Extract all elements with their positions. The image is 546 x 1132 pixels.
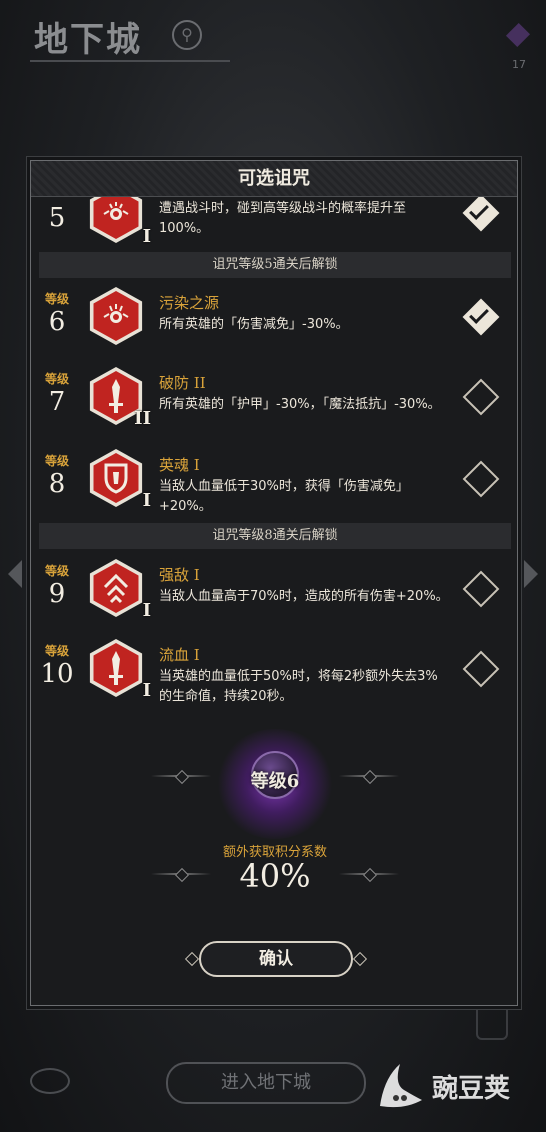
curse-level-number: 9 bbox=[48, 579, 66, 609]
confirm-button[interactable]: 确认 bbox=[199, 941, 353, 977]
gem-icon bbox=[505, 22, 531, 48]
level-tag: 等级 bbox=[44, 372, 69, 386]
curse-checkbox[interactable] bbox=[462, 650, 500, 688]
curse-name: 流血 I bbox=[159, 646, 200, 664]
curse-checkbox[interactable] bbox=[462, 460, 500, 498]
curse-name: 强敌 I bbox=[159, 566, 200, 584]
sword-icon: II bbox=[87, 367, 151, 429]
dagger-icon: I bbox=[87, 639, 151, 701]
chevron-up-icon: I bbox=[87, 559, 151, 621]
dungeon-title: 地下城 bbox=[34, 20, 142, 60]
level-tag: 等级 bbox=[44, 292, 69, 306]
curse-level-number: 8 bbox=[48, 469, 66, 499]
watermark-text: 豌豆荚 bbox=[431, 1073, 510, 1104]
curse-checkbox-checked[interactable] bbox=[462, 298, 500, 336]
curse-description: 当英雄的血量低于50%时，将每2秒额外失去3%的生命值，持续20秒。 bbox=[159, 669, 438, 704]
title-underline bbox=[30, 60, 230, 62]
badge-level-text: 等级6 bbox=[250, 771, 300, 792]
pea-logo-icon bbox=[374, 1060, 426, 1112]
curse-level-badge: 等级6 bbox=[215, 729, 335, 839]
eye-icon bbox=[87, 287, 145, 345]
curse-tier: II bbox=[134, 408, 151, 429]
curse-tier: I bbox=[142, 600, 151, 621]
curse-description: 当敌人血量低于30%时，获得「伤害减免」+20%。 bbox=[159, 479, 409, 514]
curse-description: 所有英雄的「伤害减免」-30%。 bbox=[159, 317, 349, 332]
diamond-ornament-icon bbox=[184, 951, 200, 967]
panel-title: 可选诅咒 bbox=[31, 161, 517, 197]
level-tag: 等级 bbox=[44, 454, 69, 468]
arrow-left-icon[interactable] bbox=[8, 560, 22, 588]
curse-description: 所有英雄的「护甲」-30%，「魔法抵抗」-30%。 bbox=[159, 397, 441, 412]
curse-list[interactable]: 5 I 遭遇战斗时，碰到高等级战斗的概率提升至100%。 诅咒等级5通关后解锁 … bbox=[39, 197, 511, 715]
curse-name: 破防 II bbox=[159, 374, 206, 392]
level-tag: 等级 bbox=[44, 564, 69, 578]
enter-dungeon-button[interactable]: 进入地下城 bbox=[166, 1062, 366, 1104]
level-tag: 等级 bbox=[44, 644, 69, 658]
curse-level-number: 7 bbox=[48, 387, 66, 417]
arrow-right-icon[interactable] bbox=[524, 560, 538, 588]
ornament-right bbox=[339, 775, 399, 777]
curse-name: 污染之源 bbox=[159, 294, 220, 312]
unlock-divider-8: 诅咒等级8通关后解锁 bbox=[39, 523, 511, 549]
shield-icon: I bbox=[87, 449, 151, 511]
curse-level-number: 10 bbox=[40, 659, 74, 689]
gem-count: 17 bbox=[512, 58, 526, 71]
search-icon[interactable]: ⚲ bbox=[172, 20, 202, 50]
curse-level-number: 6 bbox=[48, 307, 66, 337]
unlock-divider-5: 诅咒等级5通关后解锁 bbox=[39, 252, 511, 278]
watermark: 豌豆荚 bbox=[374, 1060, 510, 1112]
curse-select-panel: 可选诅咒 5 I 遭遇战斗时，碰到高等级战斗的概率提升至100%。 诅咒等级5通… bbox=[30, 160, 518, 1006]
curse-checkbox[interactable] bbox=[462, 378, 500, 416]
curse-description: 遭遇战斗时，碰到高等级战斗的概率提升至100%。 bbox=[159, 201, 407, 236]
curse-description: 当敌人血量高于70%时，造成的所有伤害+20%。 bbox=[159, 589, 449, 604]
curse-tier: I bbox=[142, 680, 151, 701]
fish-icon[interactable] bbox=[30, 1068, 70, 1094]
diamond-ornament-icon bbox=[352, 951, 368, 967]
coefficient-value: 40% bbox=[239, 857, 311, 895]
curse-checkbox-checked[interactable] bbox=[462, 197, 500, 232]
curse-tier: I bbox=[142, 226, 151, 247]
curse-level-number: 5 bbox=[48, 203, 66, 233]
curse-name: 英魂 I bbox=[159, 456, 200, 474]
curse-tier: I bbox=[142, 490, 151, 511]
ornament-left bbox=[151, 775, 211, 777]
curse-checkbox[interactable] bbox=[462, 570, 500, 608]
eye-icon: I bbox=[87, 197, 151, 247]
